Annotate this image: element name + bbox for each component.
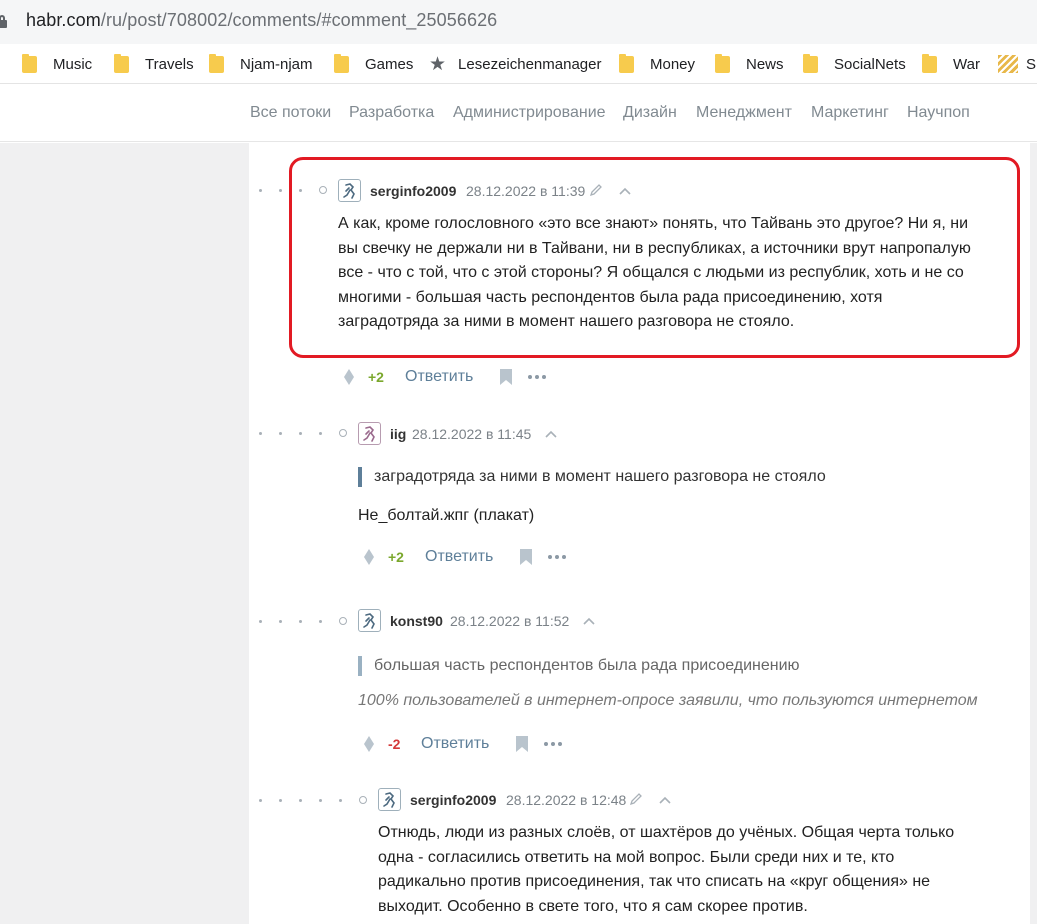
folder-icon <box>922 53 937 73</box>
vote-icon[interactable] <box>364 736 374 752</box>
right-gutter <box>1030 143 1037 924</box>
comment-line: выходит. Особенно в свете того, что я са… <box>378 897 808 915</box>
comment-date[interactable]: 28.12.2022 в 11:39 <box>466 183 585 199</box>
thread-indent <box>259 184 327 196</box>
reply-button[interactable]: Ответить <box>425 548 493 566</box>
comment-line: все - что с той, что с этой стороны? Я о… <box>338 264 964 281</box>
more-icon[interactable] <box>548 555 566 559</box>
comment-author[interactable]: iig <box>390 426 406 442</box>
folder-icon <box>209 53 224 73</box>
comment-body: 100% пользователей в интернет-опросе зая… <box>358 692 978 709</box>
comment-body: Отнюдь, люди из разных слоёв, от шахтёро… <box>378 821 1018 919</box>
comment-quote: большая часть респондентов была рада при… <box>358 656 800 676</box>
chevron-up-icon[interactable] <box>659 796 671 804</box>
nav-design[interactable]: Дизайн <box>623 104 677 122</box>
comment-line: многими - большая часть респондентов был… <box>338 288 883 306</box>
bookmark-war[interactable]: War <box>922 44 980 83</box>
folder-icon <box>803 53 818 73</box>
comment-quote: заградотряда за ними в момент нашего раз… <box>358 467 826 487</box>
avatar[interactable] <box>378 788 401 811</box>
nav-popsci[interactable]: Научпоп <box>907 104 970 122</box>
address-bar[interactable]: habr.com/ru/post/708002/comments/#commen… <box>0 0 1037 44</box>
avatar[interactable] <box>358 422 381 445</box>
comment-line: Отнюдь, люди из разных слоёв, от шахтёро… <box>378 824 955 841</box>
habr-top-nav: Все потоки Разработка Администрирование … <box>0 85 1037 142</box>
edit-icon[interactable] <box>589 183 603 197</box>
comment-body: Не_болтай.жпг (плакат) <box>358 507 535 524</box>
bookmark-music[interactable]: Music <box>22 44 92 83</box>
comment-score: -2 <box>388 736 401 752</box>
stripes-icon <box>998 55 1018 73</box>
bookmark-icon[interactable] <box>500 369 512 385</box>
comment-line: А как, кроме голословного «это все знают… <box>338 215 968 232</box>
folder-icon <box>334 53 349 73</box>
nav-development[interactable]: Разработка <box>349 104 434 122</box>
lock-icon <box>0 15 7 28</box>
edit-icon[interactable] <box>629 792 643 806</box>
comment-date[interactable]: 28.12.2022 в 11:52 <box>450 613 569 629</box>
bookmark-travels[interactable]: Travels <box>114 44 194 83</box>
nav-all-streams[interactable]: Все потоки <box>250 104 331 122</box>
more-icon[interactable] <box>528 375 546 379</box>
nav-marketing[interactable]: Маркетинг <box>811 104 889 122</box>
comment-date[interactable]: 28.12.2022 в 11:45 <box>412 426 531 442</box>
avatar[interactable] <box>358 609 381 632</box>
vote-icon[interactable] <box>344 369 354 385</box>
url-text[interactable]: habr.com/ru/post/708002/comments/#commen… <box>26 10 497 31</box>
bookmark-s[interactable]: S <box>998 44 1036 83</box>
bookmark-icon[interactable] <box>516 736 528 752</box>
folder-icon <box>114 53 129 73</box>
comment-score: +2 <box>388 549 404 565</box>
nav-management[interactable]: Менеджмент <box>696 104 792 122</box>
bookmark-njam-njam[interactable]: Njam-njam <box>209 44 313 83</box>
comment-line: заградотряда за ними в момент нашего раз… <box>338 313 795 330</box>
folder-icon <box>22 53 37 73</box>
thread-indent <box>259 615 347 627</box>
comment-date[interactable]: 28.12.2022 в 12:48 <box>506 792 626 808</box>
folder-icon <box>715 53 730 73</box>
reply-button[interactable]: Ответить <box>405 368 473 386</box>
more-icon[interactable] <box>544 742 562 746</box>
chevron-up-icon[interactable] <box>619 187 631 195</box>
comment-author[interactable]: konst90 <box>390 613 443 629</box>
thread-indent <box>259 794 367 806</box>
bookmark-icon[interactable] <box>520 549 532 565</box>
comment-body: А как, кроме голословного «это все знают… <box>338 212 1018 335</box>
comment-line: одна - согласились ответить на мой вопро… <box>378 848 895 866</box>
comment-score: +2 <box>368 369 384 385</box>
avatar[interactable] <box>338 179 361 202</box>
bookmark-news[interactable]: News <box>715 44 784 83</box>
chevron-up-icon[interactable] <box>545 430 557 438</box>
bookmark-socialnets[interactable]: SocialNets <box>803 44 906 83</box>
star-icon: ★ <box>429 53 447 75</box>
vote-icon[interactable] <box>364 549 374 565</box>
comment-line: вы свечку не держали ни в Тайвани, ни в … <box>338 239 971 257</box>
comment-author[interactable]: serginfo2009 <box>410 792 496 808</box>
bookmark-money[interactable]: Money <box>619 44 695 83</box>
comment-line: радикально против присоединения, так что… <box>378 873 931 890</box>
bookmark-lesezeichenmanager[interactable]: ★ Lesezeichenmanager <box>429 44 601 83</box>
thread-indent <box>259 427 347 439</box>
nav-administration[interactable]: Администрирование <box>453 104 606 122</box>
reply-button[interactable]: Ответить <box>421 735 489 753</box>
chevron-up-icon[interactable] <box>583 617 595 625</box>
comment-author[interactable]: serginfo2009 <box>370 183 456 199</box>
bookmarks-bar: Music Travels Njam-njam Games ★ Lesezeich… <box>0 44 1037 84</box>
left-gutter <box>0 143 249 924</box>
bookmark-games[interactable]: Games <box>334 44 413 83</box>
folder-icon <box>619 53 634 73</box>
